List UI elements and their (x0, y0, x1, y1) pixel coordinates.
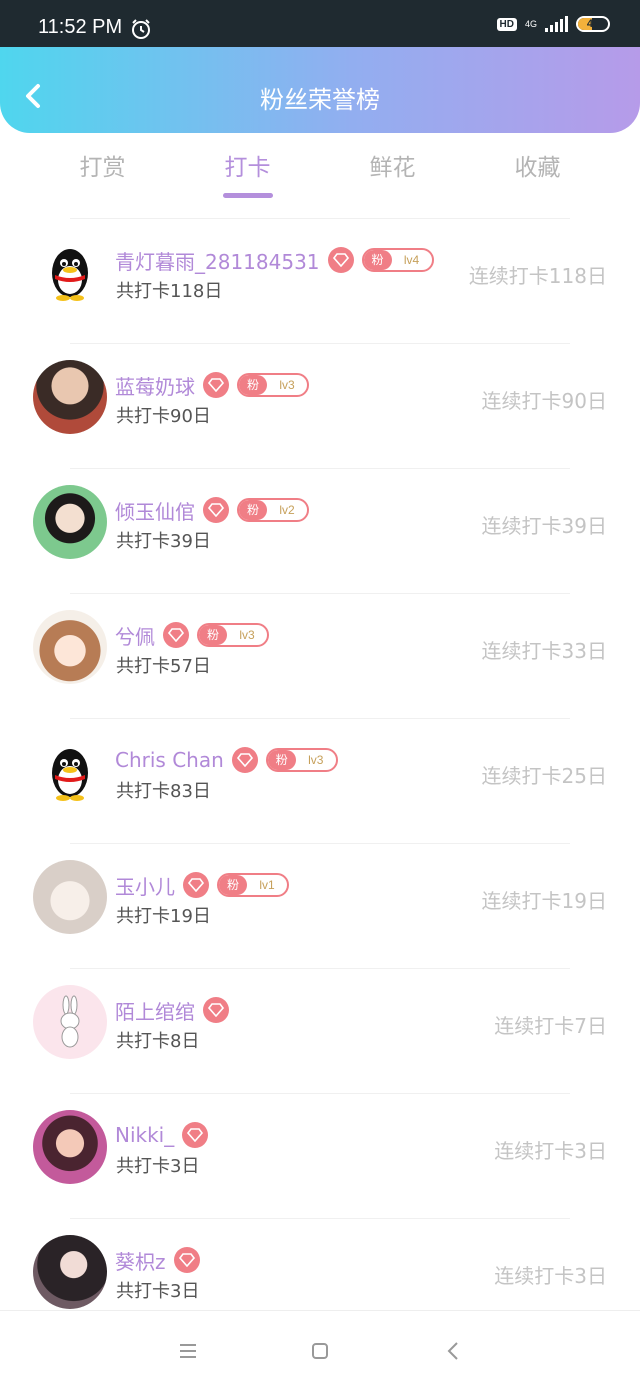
menu-icon[interactable] (176, 1339, 200, 1363)
list-item[interactable]: Chris Chan 粉 lv3 共打卡83日 连续打卡25日 (0, 718, 640, 843)
list-item[interactable]: 青灯暮雨_281184531 粉 lv4 共打卡118日 连续打卡118日 (0, 218, 640, 343)
fan-name: 青灯暮雨_281184531 (115, 249, 320, 274)
avatar[interactable] (33, 1235, 107, 1309)
signal-icon (545, 16, 568, 32)
streak-checkin: 连续打卡3日 (494, 1139, 607, 1163)
streak-checkin: 连续打卡90日 (481, 389, 607, 413)
header-bar: 11:52 PM HD 4G 46 粉丝荣誉榜 (0, 0, 640, 133)
penguin-avatar-icon (52, 749, 88, 801)
tab-flowers[interactable]: 鲜花 (320, 148, 465, 198)
total-checkin: 共打卡3日 (116, 1156, 200, 1177)
page-title: 粉丝荣誉榜 (260, 86, 380, 114)
fan-level-badge: 粉 lv2 (237, 498, 309, 522)
fan-level: lv2 (279, 503, 295, 517)
tab-bar: 打赏 打卡 鲜花 收藏 (30, 148, 610, 198)
fan-name: 倾玉仙倌 (115, 499, 195, 524)
fan-level-badge: 粉 lv3 (265, 748, 338, 772)
total-checkin: 共打卡39日 (116, 531, 211, 552)
avatar[interactable] (33, 360, 107, 434)
fan-level: lv3 (308, 753, 324, 767)
diamond-icon (173, 1247, 200, 1273)
list-item[interactable]: Nikki_ 共打卡3日 连续打卡3日 (0, 1093, 640, 1218)
total-checkin: 共打卡57日 (116, 656, 211, 677)
avatar[interactable] (33, 985, 107, 1059)
fan-name: 葵枳z (115, 1249, 166, 1274)
status-time: 11:52 PM (38, 16, 123, 38)
total-checkin: 共打卡3日 (116, 1281, 200, 1302)
fan-name: Nikki_ (115, 1123, 175, 1147)
fan-level-badge: 粉 lv4 (361, 248, 434, 272)
list-item[interactable]: 倾玉仙倌 粉 lv2 共打卡39日 连续打卡39日 (0, 468, 640, 593)
system-nav-bar (0, 1310, 640, 1388)
list-item[interactable]: 兮佩 粉 lv3 共打卡57日 连续打卡33日 (0, 593, 640, 718)
diamond-icon (327, 247, 354, 273)
fan-level: lv4 (403, 253, 420, 267)
home-icon[interactable] (308, 1339, 332, 1363)
diamond-icon (231, 747, 258, 773)
streak-checkin: 连续打卡118日 (468, 264, 607, 288)
avatar[interactable] (33, 610, 107, 684)
fan-badge-label: 粉 (267, 750, 296, 770)
avatar[interactable] (33, 735, 107, 809)
diamond-icon (182, 1122, 209, 1148)
fan-badge-label: 粉 (239, 500, 267, 520)
fan-ranking-list: 青灯暮雨_281184531 粉 lv4 共打卡118日 连续打卡118日 蓝莓奶… (0, 218, 640, 1343)
streak-checkin: 连续打卡39日 (481, 514, 607, 538)
bunny-avatar-icon (60, 995, 80, 1048)
avatar[interactable] (33, 1110, 107, 1184)
fan-level: lv3 (279, 378, 295, 392)
penguin-avatar-icon (52, 249, 88, 301)
status-bar: 11:52 PM HD 4G 46 (0, 0, 640, 47)
fan-badge-label: 粉 (363, 250, 392, 270)
avatar[interactable] (33, 860, 107, 934)
fan-level-badge: 粉 lv3 (237, 373, 309, 397)
total-checkin: 共打卡118日 (116, 281, 223, 302)
tab-favorites[interactable]: 收藏 (465, 148, 610, 198)
alarm-icon (132, 19, 150, 39)
fan-level: lv3 (239, 628, 255, 642)
hd-indicator: HD (496, 17, 517, 31)
streak-checkin: 连续打卡33日 (481, 639, 607, 663)
back-icon[interactable] (442, 1339, 466, 1363)
list-item[interactable]: 玉小儿 粉 lv1 共打卡19日 连续打卡19日 (0, 843, 640, 968)
battery-level: 46 (586, 18, 600, 30)
network-type: 4G (524, 18, 537, 29)
list-item[interactable]: 陌上绾绾 共打卡8日 连续打卡7日 (0, 968, 640, 1093)
fan-name: Chris Chan (115, 748, 224, 772)
diamond-icon (203, 997, 229, 1023)
streak-checkin: 连续打卡25日 (481, 764, 607, 788)
tab-reward[interactable]: 打赏 (30, 148, 175, 198)
total-checkin: 共打卡8日 (116, 1031, 200, 1052)
fan-name: 陌上绾绾 (115, 999, 195, 1024)
fan-name: 蓝莓奶球 (115, 374, 195, 399)
fan-level: lv1 (259, 878, 275, 892)
streak-checkin: 连续打卡3日 (494, 1264, 607, 1288)
tab-checkin[interactable]: 打卡 (175, 148, 320, 198)
fan-badge-label: 粉 (219, 875, 247, 895)
fan-level-badge: 粉 lv1 (217, 873, 289, 897)
total-checkin: 共打卡90日 (116, 406, 211, 427)
total-checkin: 共打卡83日 (116, 781, 211, 802)
fan-badge-label: 粉 (239, 375, 267, 395)
streak-checkin: 连续打卡19日 (481, 889, 607, 913)
fan-badge-label: 粉 (199, 625, 227, 645)
diamond-icon (203, 497, 229, 523)
diamond-icon (183, 872, 209, 898)
fan-level-badge: 粉 lv3 (197, 623, 269, 647)
total-checkin: 共打卡19日 (116, 906, 211, 927)
streak-checkin: 连续打卡7日 (494, 1014, 607, 1038)
diamond-icon (203, 372, 229, 398)
fan-name: 玉小儿 (115, 874, 175, 899)
avatar[interactable] (33, 485, 107, 559)
avatar[interactable] (33, 235, 107, 309)
fan-name: 兮佩 (115, 624, 155, 649)
battery-icon: 46 (576, 16, 610, 32)
list-item[interactable]: 蓝莓奶球 粉 lv3 共打卡90日 连续打卡90日 (0, 343, 640, 468)
diamond-icon (163, 622, 189, 648)
